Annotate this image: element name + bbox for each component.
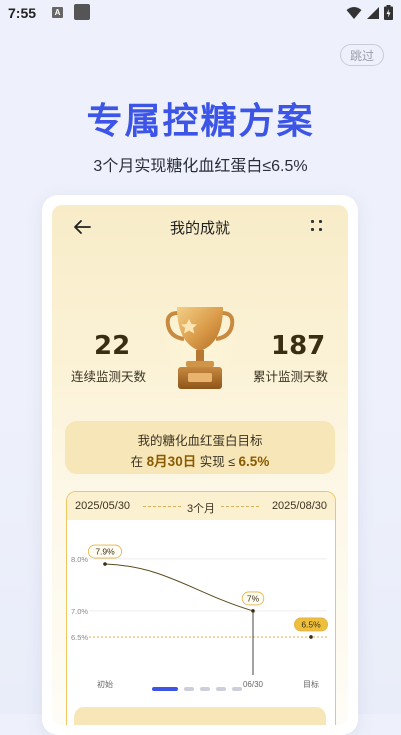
skip-button[interactable]: 跳过 [340, 44, 384, 66]
goal-date: 8月30日 [146, 454, 197, 469]
goal-title: 我的糖化血红蛋白目标 [137, 434, 263, 448]
data-label: 7% [247, 593, 260, 603]
goal-target: 6.5% [238, 454, 270, 469]
consecutive-days-label: 连续监测天数 [71, 370, 147, 384]
consecutive-days-value: 22 [94, 331, 131, 361]
page-subline: 3个月实现糖化血红蛋白≤6.5% [93, 158, 308, 175]
x-tick-label: 初始 [97, 679, 113, 689]
page-indicator [152, 687, 242, 691]
y-tick-label: 7.0% [71, 607, 88, 616]
x-tick-label: 目标 [303, 679, 319, 689]
chart-header: 2025/05/30 3个月 2025/08/30 [67, 492, 335, 520]
status-time: 7:55 [8, 5, 37, 21]
signal-icon [367, 6, 379, 19]
trophy-icon [160, 305, 240, 389]
total-days-label: 累计监测天数 [253, 370, 329, 384]
more-dots-icon[interactable] [310, 219, 324, 233]
goal-prefix: 在 [130, 455, 144, 469]
chart-header-divider [221, 506, 259, 507]
page-dot[interactable] [232, 687, 242, 691]
series-line [104, 563, 254, 612]
status-icons [346, 5, 393, 20]
notification-a-icon: A [52, 7, 63, 18]
goal-operator: ≤ [228, 455, 236, 469]
screen-title: 我的成就 [169, 220, 230, 237]
data-point [309, 635, 313, 639]
data-point [251, 609, 255, 613]
page-headline: 专属控糖方案 [86, 100, 315, 141]
phone-screen: 我的成就 22 连续监测天数 187 累计监测天数 我的糖化血红蛋白目标 在 8… [52, 205, 348, 725]
next-card-peek [74, 707, 326, 725]
data-label: 7.9% [95, 547, 115, 557]
y-tick-label: 8.0% [71, 555, 88, 564]
page-dot[interactable] [184, 687, 194, 691]
status-bar: 7:55 A [0, 0, 401, 26]
data-point [103, 562, 107, 566]
chart-end-date: 2025/08/30 [271, 500, 327, 512]
total-days-value: 187 [271, 331, 326, 361]
battery-icon [384, 5, 393, 20]
data-label: 6.5% [301, 619, 321, 629]
page-dot[interactable] [200, 687, 210, 691]
y-tick-label: 6.5% [71, 633, 88, 642]
page-dot[interactable] [216, 687, 226, 691]
goal-detail: 在 8月30日 实现 ≤ 6.5% [65, 450, 335, 470]
notification-square-icon [74, 4, 90, 20]
goal-middle: 实现 [199, 455, 225, 469]
hba1c-goal-card: 我的糖化血红蛋白目标 在 8月30日 实现 ≤ 6.5% [65, 421, 335, 474]
page-dot[interactable] [152, 687, 178, 691]
wifi-icon [346, 6, 362, 19]
x-tick-label: 06/30 [243, 680, 264, 689]
